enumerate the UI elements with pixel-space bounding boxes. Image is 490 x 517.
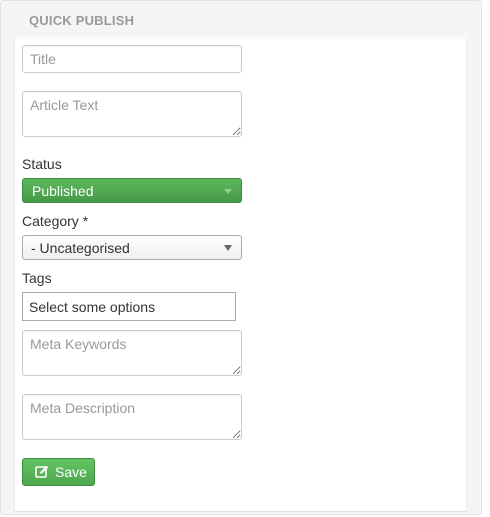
panel-title: QUICK PUBLISH	[29, 13, 135, 28]
tags-placeholder: Select some options	[29, 299, 156, 315]
panel-divider	[14, 37, 467, 38]
edit-icon	[35, 465, 49, 479]
save-button[interactable]: Save	[22, 458, 95, 486]
meta-keywords-textarea[interactable]	[22, 330, 242, 376]
category-select[interactable]: - Uncategorised	[22, 235, 242, 260]
status-label: Status	[22, 156, 62, 172]
category-selected-value: - Uncategorised	[31, 240, 130, 256]
save-button-label: Save	[55, 464, 87, 480]
status-select[interactable]: Published	[22, 178, 242, 203]
article-text-textarea[interactable]	[22, 91, 242, 137]
chevron-down-icon	[224, 245, 232, 251]
title-input[interactable]	[22, 45, 242, 73]
tags-input[interactable]: Select some options	[22, 292, 236, 321]
chevron-down-icon	[224, 189, 232, 194]
status-selected-value: Published	[32, 183, 94, 199]
tags-label: Tags	[22, 270, 52, 286]
meta-description-textarea[interactable]	[22, 394, 242, 440]
category-label: Category *	[22, 213, 89, 229]
